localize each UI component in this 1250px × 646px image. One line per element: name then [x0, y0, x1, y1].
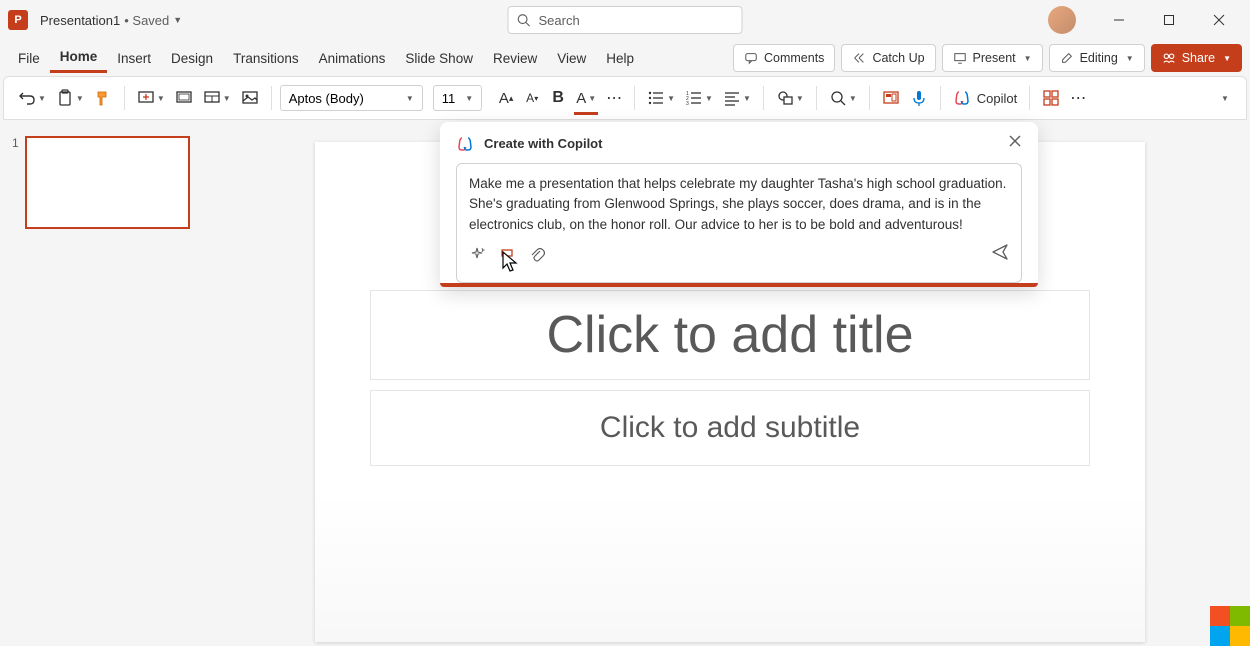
- chevron-down-icon: ▼: [1223, 54, 1231, 63]
- pencil-icon: [1060, 51, 1074, 65]
- copilot-accent-bar: [440, 283, 1038, 287]
- subtitle-placeholder-box[interactable]: Click to add subtitle: [370, 390, 1090, 466]
- copilot-label: Copilot: [977, 91, 1017, 106]
- comments-label: Comments: [764, 51, 824, 65]
- grid-button[interactable]: [1038, 83, 1064, 113]
- find-button[interactable]: ▼: [825, 83, 861, 113]
- app-icon: P: [8, 10, 28, 30]
- search-icon: [517, 13, 531, 27]
- window-maximize-button[interactable]: [1146, 4, 1192, 36]
- microsoft-logo: [1210, 606, 1250, 646]
- picture-button[interactable]: [237, 83, 263, 113]
- present-icon: [953, 51, 967, 65]
- title-placeholder-text: Click to add title: [546, 305, 913, 365]
- font-size-value: 11: [442, 91, 456, 106]
- copilot-prompt-input[interactable]: Make me a presentation that helps celebr…: [456, 163, 1022, 283]
- copilot-panel: Create with Copilot Make me a presentati…: [440, 122, 1038, 287]
- ribbon: ▼ ▼ ▼ ▼ Aptos (Body)▼ 11▼ A▴ A▾ B A▼ ⋯ ▼…: [3, 76, 1247, 120]
- search-placeholder: Search: [539, 13, 580, 28]
- copilot-icon: [456, 135, 474, 153]
- copilot-prompt-text: Make me a presentation that helps celebr…: [469, 174, 1009, 235]
- designer-button[interactable]: [878, 83, 904, 113]
- decrease-font-button[interactable]: A▾: [520, 83, 544, 113]
- present-label: Present: [973, 51, 1016, 65]
- caret-down-icon[interactable]: ▼: [173, 15, 182, 25]
- tab-home[interactable]: Home: [50, 43, 108, 73]
- sparkle-icon[interactable]: [469, 246, 485, 262]
- layout-button[interactable]: ▼: [199, 83, 235, 113]
- saved-status: • Saved: [124, 13, 169, 28]
- close-icon[interactable]: [1008, 134, 1022, 153]
- dictate-button[interactable]: [906, 83, 932, 113]
- tab-help[interactable]: Help: [596, 45, 644, 72]
- user-avatar[interactable]: [1048, 6, 1076, 34]
- reuse-slides-button[interactable]: [171, 83, 197, 113]
- subtitle-placeholder-text: Click to add subtitle: [600, 411, 860, 445]
- tab-design[interactable]: Design: [161, 45, 223, 72]
- catch-up-label: Catch Up: [872, 51, 924, 65]
- titlebar: P Presentation1 • Saved ▼ Search: [0, 0, 1250, 40]
- copilot-icon: [953, 89, 971, 107]
- editing-label: Editing: [1080, 51, 1118, 65]
- font-color-button[interactable]: A▼: [572, 83, 600, 113]
- share-icon: [1162, 51, 1176, 65]
- tab-view[interactable]: View: [547, 45, 596, 72]
- send-button[interactable]: [991, 243, 1009, 266]
- new-slide-button[interactable]: ▼: [133, 83, 169, 113]
- paste-button[interactable]: ▼: [52, 83, 88, 113]
- shapes-button[interactable]: ▼: [772, 83, 808, 113]
- svg-text:3: 3: [686, 101, 689, 107]
- editing-button[interactable]: Editing ▼: [1049, 44, 1145, 72]
- more-commands-button[interactable]: ⋯: [1066, 83, 1090, 113]
- slide-number: 1: [12, 136, 19, 229]
- format-painter-button[interactable]: [90, 83, 116, 113]
- window-minimize-button[interactable]: [1096, 4, 1142, 36]
- tab-file[interactable]: File: [8, 45, 50, 72]
- slide-panel: 1: [0, 120, 210, 646]
- undo-button[interactable]: ▼: [14, 83, 50, 113]
- chevron-down-icon: ▼: [1126, 54, 1134, 63]
- bullets-button[interactable]: ▼: [643, 83, 679, 113]
- present-button[interactable]: Present ▼: [942, 44, 1043, 72]
- mouse-cursor: [501, 250, 521, 279]
- chevron-down-icon: ▼: [1024, 54, 1032, 63]
- share-button[interactable]: Share ▼: [1151, 44, 1242, 72]
- comments-button[interactable]: Comments: [733, 44, 835, 72]
- collapse-ribbon-button[interactable]: ▼: [1212, 83, 1236, 113]
- numbering-button[interactable]: 123▼: [681, 83, 717, 113]
- tab-animations[interactable]: Animations: [309, 45, 396, 72]
- font-name-select[interactable]: Aptos (Body)▼: [280, 85, 423, 111]
- slide-thumbnail[interactable]: [25, 136, 190, 229]
- catch-up-icon: [852, 51, 866, 65]
- font-size-select[interactable]: 11▼: [433, 85, 482, 111]
- more-font-button[interactable]: ⋯: [602, 83, 626, 113]
- align-button[interactable]: ▼: [719, 83, 755, 113]
- slide-thumbnail-wrap[interactable]: 1: [12, 136, 198, 229]
- document-title[interactable]: Presentation1: [40, 13, 120, 28]
- search-input[interactable]: Search: [508, 6, 743, 34]
- tab-insert[interactable]: Insert: [107, 45, 161, 72]
- title-placeholder-box[interactable]: Click to add title: [370, 290, 1090, 380]
- font-name-value: Aptos (Body): [289, 91, 364, 106]
- attachment-icon[interactable]: [529, 246, 545, 262]
- tab-slide-show[interactable]: Slide Show: [395, 45, 483, 72]
- increase-font-button[interactable]: A▴: [494, 83, 518, 113]
- comments-icon: [744, 51, 758, 65]
- tab-review[interactable]: Review: [483, 45, 547, 72]
- catch-up-button[interactable]: Catch Up: [841, 44, 935, 72]
- copilot-panel-title: Create with Copilot: [484, 136, 602, 151]
- menu-tabs: File Home Insert Design Transitions Anim…: [0, 40, 1250, 76]
- copilot-button[interactable]: Copilot: [949, 83, 1021, 113]
- window-close-button[interactable]: [1196, 4, 1242, 36]
- tab-transitions[interactable]: Transitions: [223, 45, 309, 72]
- share-label: Share: [1182, 51, 1215, 65]
- bold-button[interactable]: B: [546, 83, 570, 113]
